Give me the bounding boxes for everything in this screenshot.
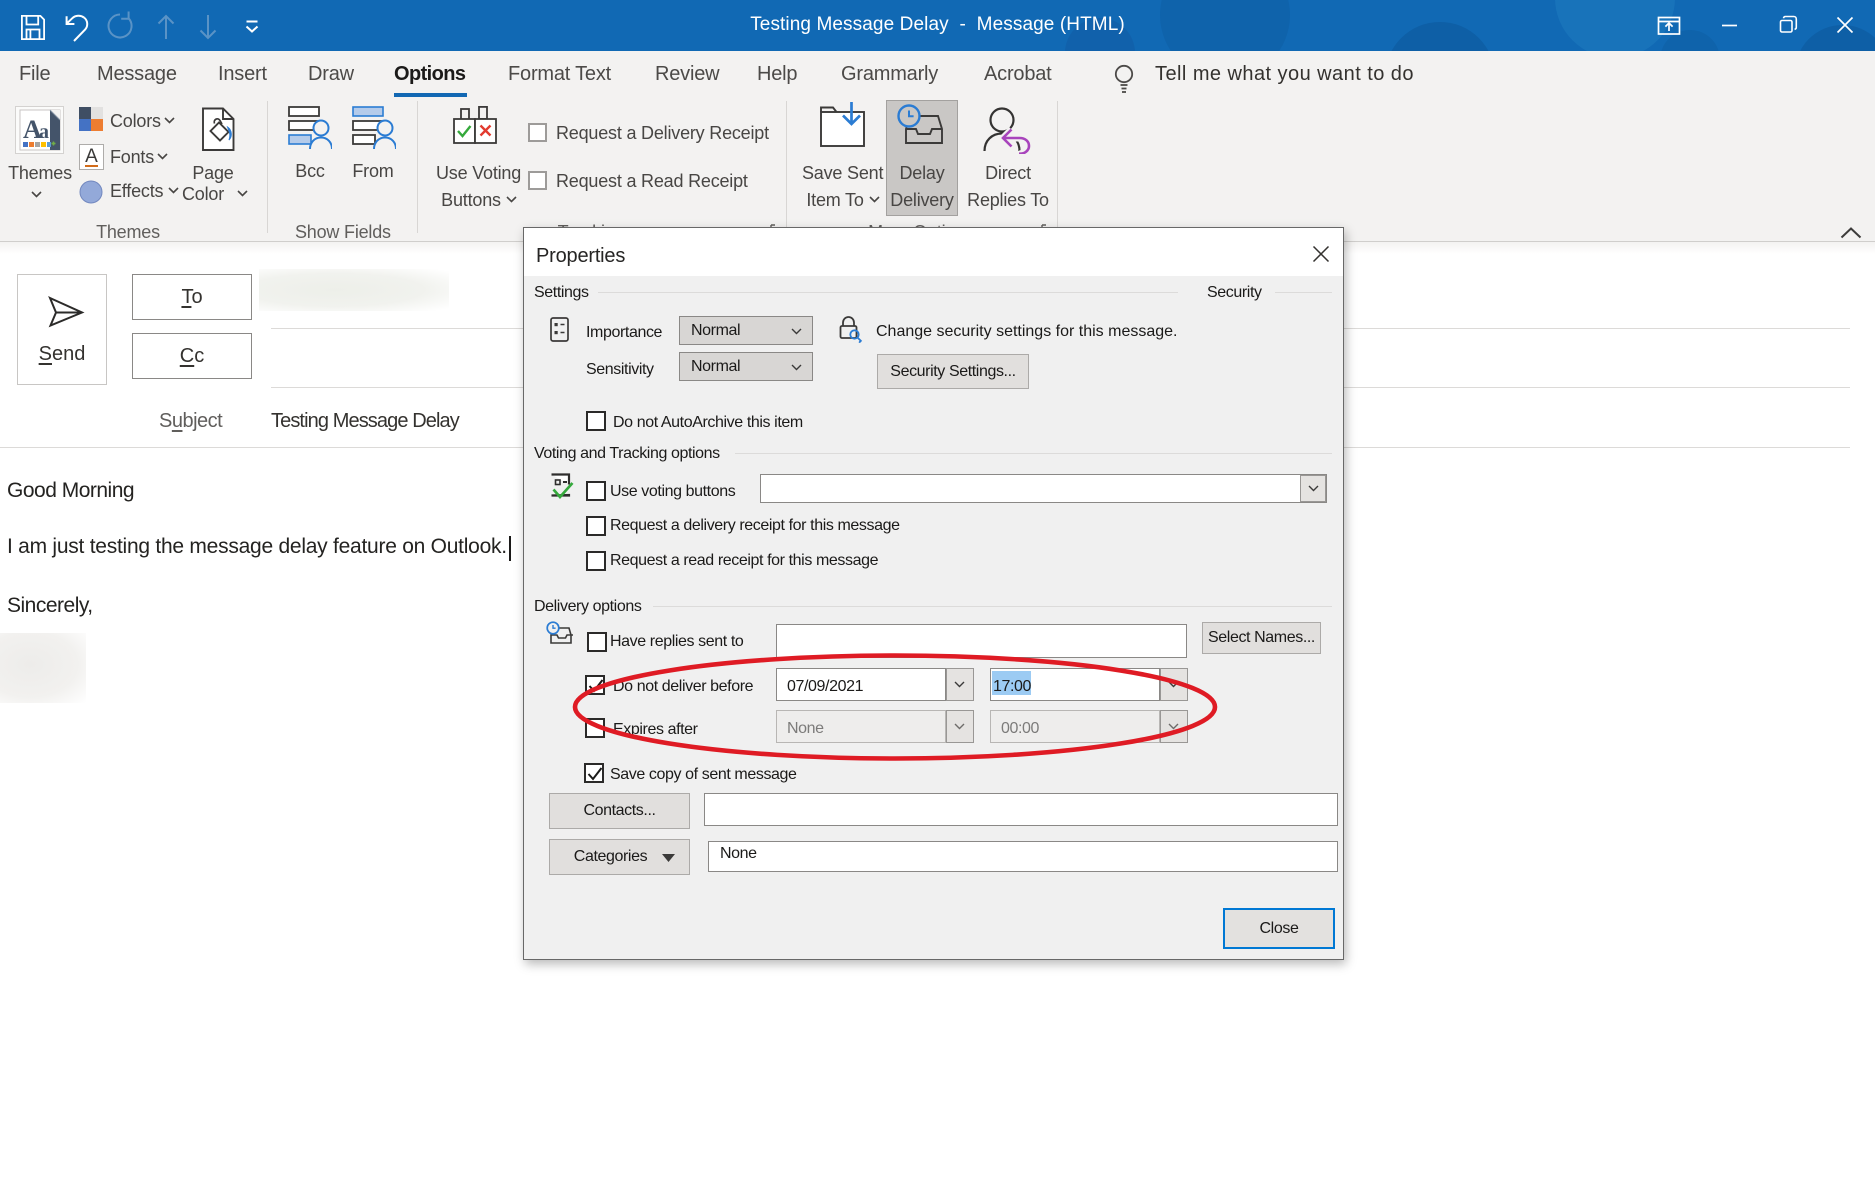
svg-text:a: a: [39, 121, 49, 143]
